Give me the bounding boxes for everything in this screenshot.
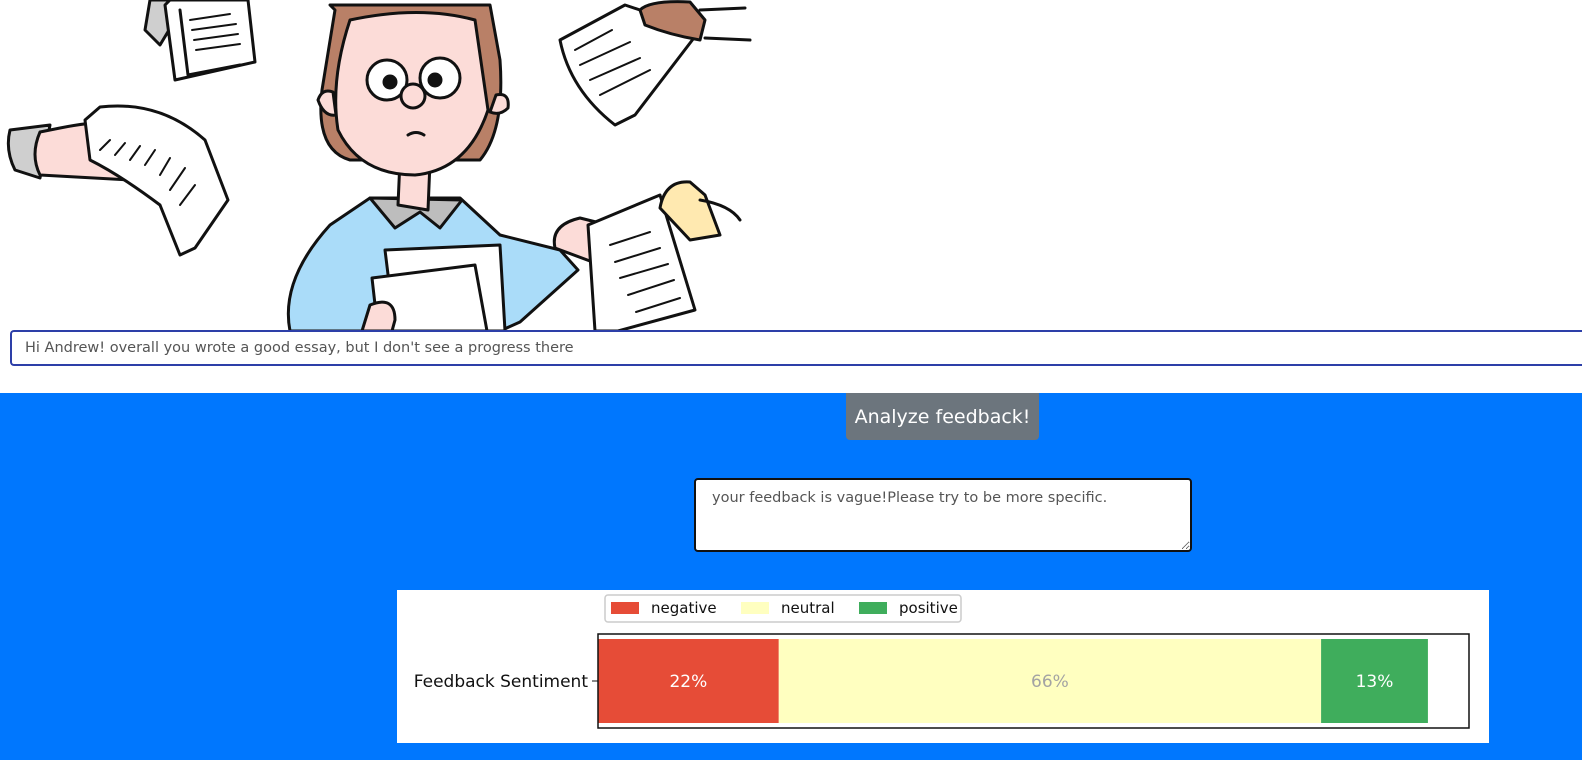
legend-label-neutral: neutral <box>781 599 835 617</box>
legend-label-negative: negative <box>651 599 717 617</box>
legend-swatch-positive <box>859 602 887 614</box>
data-label-neutral: 66% <box>1031 672 1069 692</box>
feedback-input[interactable] <box>10 330 1582 366</box>
teacher-illustration <box>0 0 760 331</box>
sentiment-chart: 22% 66% 13% Feedback Sentiment negative neutr… <box>397 590 1489 743</box>
legend-swatch-neutral <box>741 602 769 614</box>
data-label-positive: 13% <box>1356 672 1394 692</box>
analyze-feedback-button[interactable]: Analyze feedback! <box>846 393 1039 440</box>
sentiment-chart-svg: 22% 66% 13% Feedback Sentiment negative neutr… <box>414 594 1470 729</box>
legend-swatch-negative <box>611 602 639 614</box>
legend-label-positive: positive <box>899 599 958 617</box>
y-tick-label: Feedback Sentiment <box>414 672 589 692</box>
data-label-negative: 22% <box>669 672 707 692</box>
feedback-result-textarea[interactable] <box>694 478 1192 552</box>
